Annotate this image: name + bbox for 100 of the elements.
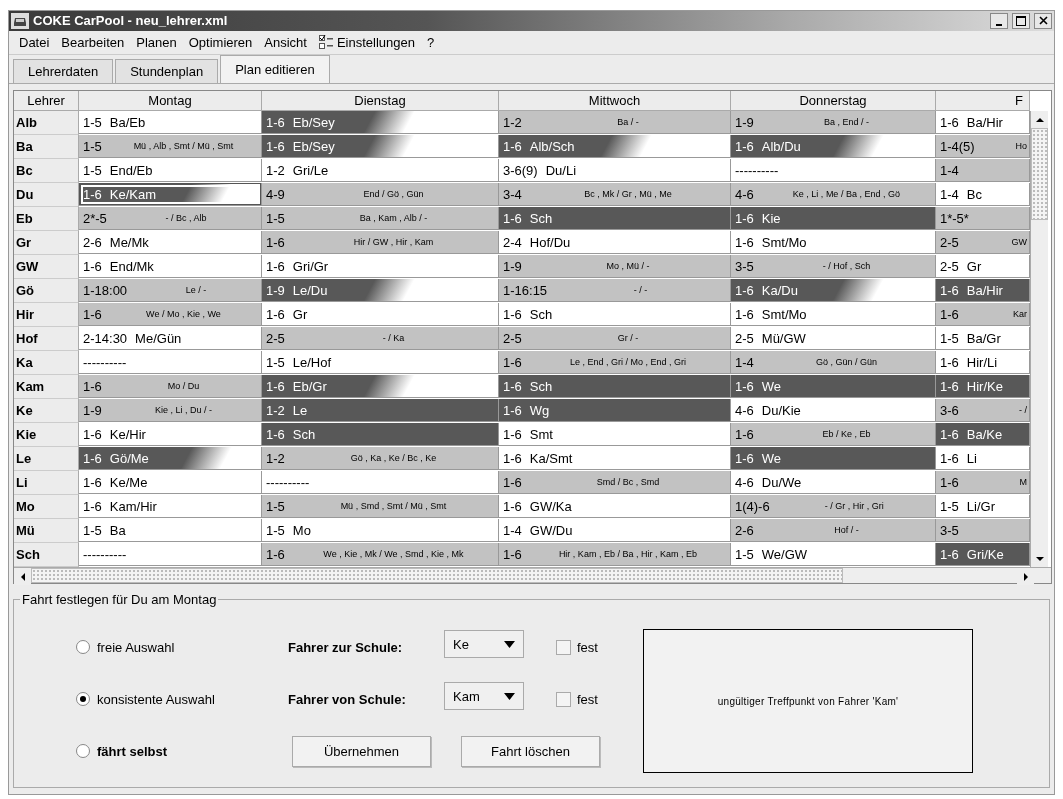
horizontal-scrollbar[interactable] [14, 567, 1051, 583]
radio-button[interactable] [76, 692, 90, 706]
table-cell[interactable]: 1-2 Gri/Le [262, 159, 499, 182]
table-cell[interactable]: 1-6 Hir / GW , Hir , Kam [262, 231, 499, 254]
vertical-scrollbar[interactable] [1030, 111, 1048, 567]
table-cell[interactable]: 1*-5* [936, 207, 1030, 230]
checkbox[interactable] [556, 639, 571, 655]
action-button[interactable]: Übernehmen [292, 735, 431, 767]
table-cell[interactable]: 1-6 Hir/Li [936, 351, 1030, 374]
table-cell[interactable]: 2-5 GW [936, 231, 1030, 254]
table-cell[interactable]: 1-5 Ba [79, 519, 262, 542]
table-cell[interactable]: 1-6 Eb/Sey [262, 135, 499, 158]
table-cell[interactable]: 1-6 Smd / Bc , Smd [499, 471, 731, 494]
table-cell[interactable]: 1-6 Smt/Mo [731, 231, 936, 254]
table-cell[interactable]: ---------- [731, 159, 936, 182]
radio-option[interactable]: konsistente Auswahl [76, 691, 288, 707]
table-cell[interactable]: 1-9 Ba , End / - [731, 111, 936, 134]
radio-option[interactable]: freie Auswahl [76, 639, 288, 655]
table-cell[interactable]: 1-9 Kie , Li , Du / - [79, 399, 262, 422]
table-cell[interactable]: 2-4 Hof/Du [499, 231, 731, 254]
checkbox[interactable] [556, 691, 571, 707]
menu-item[interactable]: Bearbeiten [55, 34, 131, 50]
column-header[interactable]: Mittwoch [499, 91, 731, 111]
table-cell[interactable]: 1-6 Eb/Gr [262, 375, 499, 398]
table-cell[interactable]: 1-6 Ba/Hir [936, 279, 1030, 302]
table-cell[interactable]: 1-4 [936, 159, 1030, 182]
tab[interactable]: Lehrerdaten [13, 59, 114, 83]
menu-item[interactable]: Planen [130, 34, 183, 50]
tab[interactable]: Plan editieren [220, 55, 330, 83]
radio-option[interactable]: fährt selbst [76, 743, 288, 759]
table-cell[interactable]: 4-9 End / Gö , Gün [262, 183, 499, 206]
table-cell[interactable]: 2-6 Me/Mk [79, 231, 262, 254]
menu-item[interactable]: Optimieren [182, 34, 259, 50]
table-cell[interactable]: 1-6 We , Kie , Mk / We , Smd , Kie , Mk [262, 543, 499, 566]
table-cell[interactable]: 1-6 Gri/Ke [936, 543, 1030, 566]
table-cell[interactable]: 1-6 Gri/Gr [262, 255, 499, 278]
tab[interactable]: Stundenplan [115, 59, 219, 83]
table-cell[interactable]: 4-6 Du/Kie [731, 399, 936, 422]
menu-item[interactable]: Datei [13, 34, 56, 50]
table-cell[interactable]: 2-14:30 Me/Gün [79, 327, 262, 350]
table-cell[interactable]: 1-5 Mo [262, 519, 499, 542]
table-cell[interactable]: 1-6 Smt [499, 423, 731, 446]
menu-item[interactable]: Ansicht [258, 34, 313, 50]
table-cell[interactable]: 1-4 Bc [936, 183, 1030, 206]
table-cell[interactable]: 1-6 Gr [262, 303, 499, 326]
driver-dropdown[interactable]: Ke [444, 630, 524, 658]
table-cell[interactable]: 1-6 Gö/Me [79, 447, 262, 470]
action-button[interactable]: Fahrt löschen [461, 735, 600, 767]
table-cell[interactable]: 1-6 Sch [499, 375, 731, 398]
table-cell[interactable]: 1-6 GW/Ka [499, 495, 731, 518]
table-cell[interactable]: 2-5 Gr [936, 255, 1030, 278]
menu-item[interactable]: ? [421, 34, 441, 50]
table-cell[interactable]: 1-6 Sch [499, 303, 731, 326]
scroll-thumb[interactable] [1031, 128, 1048, 220]
radio-button[interactable] [76, 640, 90, 654]
table-cell[interactable]: 4-6 Ke , Li , Me / Ba , End , Gö [731, 183, 936, 206]
table-cell[interactable]: 1-2 Gö , Ka , Ke / Bc , Ke [262, 447, 499, 470]
column-header[interactable]: F [936, 91, 1030, 111]
table-cell[interactable]: 2*-5 - / Bc , Alb [79, 207, 262, 230]
scroll-thumb[interactable] [31, 568, 843, 583]
table-cell[interactable]: 1-5 End/Eb [79, 159, 262, 182]
table-cell[interactable]: 1-5 Mü , Smd , Smt / Mü , Smt [262, 495, 499, 518]
driver-dropdown[interactable]: Kam [444, 682, 524, 710]
table-cell[interactable]: 1-6 We [731, 447, 936, 470]
table-cell[interactable]: 2-5 Gr / - [499, 327, 731, 350]
table-cell[interactable]: 1-4(5) Ho [936, 135, 1030, 158]
table-cell[interactable]: 1-6 Ba/Hir [936, 111, 1030, 134]
table-cell[interactable]: 1-6 We [731, 375, 936, 398]
table-cell[interactable]: 1-5 Ba/Eb [79, 111, 262, 134]
table-cell[interactable]: 1-6 Smt/Mo [731, 303, 936, 326]
table-cell[interactable]: 1-9 Mo , Mü / - [499, 255, 731, 278]
column-header[interactable]: Montag [79, 91, 262, 111]
table-cell[interactable]: 1-6 Ka/Du [731, 279, 936, 302]
table-cell[interactable]: 1-5 Li/Gr [936, 495, 1030, 518]
table-cell[interactable]: 3-5 - / Hof , Sch [731, 255, 936, 278]
table-cell[interactable]: 1-6 Wg [499, 399, 731, 422]
minimize-button[interactable] [990, 12, 1008, 29]
table-cell[interactable]: 1-9 Le/Du [262, 279, 499, 302]
table-cell[interactable]: 1-5 Le/Hof [262, 351, 499, 374]
table-cell[interactable]: 1-16:15 - / - [499, 279, 731, 302]
column-header[interactable]: Lehrer [14, 91, 79, 111]
table-cell[interactable]: 1-6 Eb / Ke , Eb [731, 423, 936, 446]
table-cell[interactable]: 1-4 GW/Du [499, 519, 731, 542]
table-cell[interactable]: 1-6 Li [936, 447, 1030, 470]
table-cell[interactable]: 2-5 Mü/GW [731, 327, 936, 350]
table-cell[interactable]: 1-6 Hir , Kam , Eb / Ba , Hir , Kam , Eb [499, 543, 731, 566]
column-header[interactable]: Donnerstag [731, 91, 936, 111]
table-cell[interactable]: 1-6 Ke/Me [79, 471, 262, 494]
table-cell[interactable]: 1-6 End/Mk [79, 255, 262, 278]
table-cell[interactable]: 1-6 Kie [731, 207, 936, 230]
table-cell[interactable]: ---------- [79, 543, 262, 566]
table-cell[interactable]: 2-5 - / Ka [262, 327, 499, 350]
radio-button[interactable] [76, 744, 90, 758]
table-cell[interactable]: 1-6 We / Mo , Kie , We [79, 303, 262, 326]
table-cell[interactable]: 3-4 Bc , Mk / Gr , Mü , Me [499, 183, 731, 206]
table-cell[interactable]: 1-6 Sch [262, 423, 499, 446]
table-cell[interactable]: 1-6 Sch [499, 207, 731, 230]
table-cell[interactable]: 1-5 Ba , Kam , Alb / - [262, 207, 499, 230]
menu-item[interactable]: Einstellungen [312, 34, 421, 50]
table-cell[interactable]: ---------- [262, 471, 499, 494]
